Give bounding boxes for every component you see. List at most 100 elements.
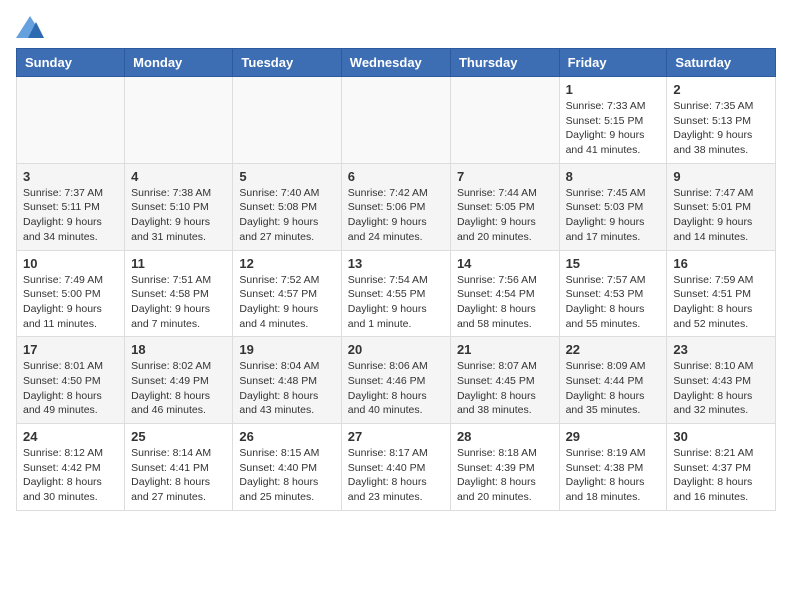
day-cell: 15 Sunrise: 7:57 AMSunset: 4:53 PMDayligh…: [559, 250, 667, 337]
day-cell: 12 Sunrise: 7:52 AMSunset: 4:57 PMDayligh…: [233, 250, 341, 337]
day-cell: [233, 77, 341, 164]
day-cell: 7 Sunrise: 7:44 AMSunset: 5:05 PMDaylight…: [450, 163, 559, 250]
day-number: 6: [348, 169, 444, 184]
day-header-saturday: Saturday: [667, 49, 776, 77]
day-info: Sunrise: 8:12 AMSunset: 4:42 PMDaylight:…: [23, 446, 118, 505]
day-header-tuesday: Tuesday: [233, 49, 341, 77]
day-cell: 3 Sunrise: 7:37 AMSunset: 5:11 PMDaylight…: [17, 163, 125, 250]
day-number: 21: [457, 342, 553, 357]
day-cell: [341, 77, 450, 164]
day-info: Sunrise: 8:15 AMSunset: 4:40 PMDaylight:…: [239, 446, 334, 505]
day-cell: 10 Sunrise: 7:49 AMSunset: 5:00 PMDayligh…: [17, 250, 125, 337]
day-cell: [125, 77, 233, 164]
day-cell: 16Sunrise: 7:59 AMSunset: 4:51 PMDayligh…: [667, 250, 776, 337]
week-row-5: 24 Sunrise: 8:12 AMSunset: 4:42 PMDayligh…: [17, 424, 776, 511]
day-cell: 19 Sunrise: 8:04 AMSunset: 4:48 PMDayligh…: [233, 337, 341, 424]
day-number: 23: [673, 342, 769, 357]
day-number: 16: [673, 256, 769, 271]
day-cell: 22 Sunrise: 8:09 AMSunset: 4:44 PMDayligh…: [559, 337, 667, 424]
day-info: Sunrise: 8:19 AMSunset: 4:38 PMDaylight:…: [566, 446, 661, 505]
day-cell: [17, 77, 125, 164]
day-info: Sunrise: 8:14 AMSunset: 4:41 PMDaylight:…: [131, 446, 226, 505]
day-cell: 18Sunrise: 8:02 AMSunset: 4:49 PMDayligh…: [125, 337, 233, 424]
day-number: 1: [566, 82, 661, 97]
week-row-3: 10 Sunrise: 7:49 AMSunset: 5:00 PMDayligh…: [17, 250, 776, 337]
day-info: Sunrise: 8:17 AMSunset: 4:40 PMDaylight:…: [348, 446, 444, 505]
day-number: 19: [239, 342, 334, 357]
day-number: 5: [239, 169, 334, 184]
day-number: 7: [457, 169, 553, 184]
calendar: SundayMondayTuesdayWednesdayThursdayFrid…: [16, 48, 776, 511]
day-info: Sunrise: 8:10 AMSunset: 4:43 PMDaylight:…: [673, 359, 769, 418]
day-cell: 6 Sunrise: 7:42 AMSunset: 5:06 PMDaylight…: [341, 163, 450, 250]
day-number: 22: [566, 342, 661, 357]
day-info: Sunrise: 7:51 AMSunset: 4:58 PMDaylight:…: [131, 273, 226, 332]
day-cell: 26 Sunrise: 8:15 AMSunset: 4:40 PMDayligh…: [233, 424, 341, 511]
day-info: Sunrise: 7:40 AMSunset: 5:08 PMDaylight:…: [239, 186, 334, 245]
logo-icon: [16, 16, 44, 38]
day-cell: 30Sunrise: 8:21 AMSunset: 4:37 PMDayligh…: [667, 424, 776, 511]
day-header-monday: Monday: [125, 49, 233, 77]
day-number: 10: [23, 256, 118, 271]
day-info: Sunrise: 7:42 AMSunset: 5:06 PMDaylight:…: [348, 186, 444, 245]
day-cell: 29 Sunrise: 8:19 AMSunset: 4:38 PMDayligh…: [559, 424, 667, 511]
header: [16, 16, 776, 38]
day-number: 13: [348, 256, 444, 271]
day-number: 20: [348, 342, 444, 357]
day-number: 26: [239, 429, 334, 444]
day-header-sunday: Sunday: [17, 49, 125, 77]
day-cell: 20 Sunrise: 8:06 AMSunset: 4:46 PMDayligh…: [341, 337, 450, 424]
day-number: 28: [457, 429, 553, 444]
day-header-thursday: Thursday: [450, 49, 559, 77]
day-header-wednesday: Wednesday: [341, 49, 450, 77]
day-cell: 28 Sunrise: 8:18 AMSunset: 4:39 PMDayligh…: [450, 424, 559, 511]
day-info: Sunrise: 7:35 AMSunset: 5:13 PMDaylight:…: [673, 99, 769, 158]
day-number: 17: [23, 342, 118, 357]
day-info: Sunrise: 7:56 AMSunset: 4:54 PMDaylight:…: [457, 273, 553, 332]
day-cell: 11Sunrise: 7:51 AMSunset: 4:58 PMDayligh…: [125, 250, 233, 337]
day-number: 15: [566, 256, 661, 271]
day-number: 3: [23, 169, 118, 184]
day-info: Sunrise: 7:52 AMSunset: 4:57 PMDaylight:…: [239, 273, 334, 332]
day-info: Sunrise: 7:44 AMSunset: 5:05 PMDaylight:…: [457, 186, 553, 245]
day-cell: 1Sunrise: 7:33 AMSunset: 5:15 PMDaylight…: [559, 77, 667, 164]
day-info: Sunrise: 8:04 AMSunset: 4:48 PMDaylight:…: [239, 359, 334, 418]
day-info: Sunrise: 7:47 AMSunset: 5:01 PMDaylight:…: [673, 186, 769, 245]
day-cell: 4 Sunrise: 7:38 AMSunset: 5:10 PMDaylight…: [125, 163, 233, 250]
week-row-2: 3 Sunrise: 7:37 AMSunset: 5:11 PMDaylight…: [17, 163, 776, 250]
day-info: Sunrise: 7:49 AMSunset: 5:00 PMDaylight:…: [23, 273, 118, 332]
day-header-friday: Friday: [559, 49, 667, 77]
day-number: 8: [566, 169, 661, 184]
day-cell: 25 Sunrise: 8:14 AMSunset: 4:41 PMDayligh…: [125, 424, 233, 511]
logo: [16, 16, 48, 38]
day-info: Sunrise: 7:57 AMSunset: 4:53 PMDaylight:…: [566, 273, 661, 332]
day-cell: 9 Sunrise: 7:47 AMSunset: 5:01 PMDaylight…: [667, 163, 776, 250]
day-number: 14: [457, 256, 553, 271]
day-cell: 23 Sunrise: 8:10 AMSunset: 4:43 PMDayligh…: [667, 337, 776, 424]
day-number: 12: [239, 256, 334, 271]
day-number: 27: [348, 429, 444, 444]
day-number: 4: [131, 169, 226, 184]
day-info: Sunrise: 7:37 AMSunset: 5:11 PMDaylight:…: [23, 186, 118, 245]
day-number: 24: [23, 429, 118, 444]
day-info: Sunrise: 7:54 AMSunset: 4:55 PMDaylight:…: [348, 273, 444, 332]
header-row: SundayMondayTuesdayWednesdayThursdayFrid…: [17, 49, 776, 77]
day-info: Sunrise: 8:09 AMSunset: 4:44 PMDaylight:…: [566, 359, 661, 418]
day-cell: 27 Sunrise: 8:17 AMSunset: 4:40 PMDayligh…: [341, 424, 450, 511]
day-cell: 2Sunrise: 7:35 AMSunset: 5:13 PMDaylight…: [667, 77, 776, 164]
day-cell: 5 Sunrise: 7:40 AMSunset: 5:08 PMDaylight…: [233, 163, 341, 250]
day-info: Sunrise: 8:06 AMSunset: 4:46 PMDaylight:…: [348, 359, 444, 418]
day-number: 25: [131, 429, 226, 444]
day-info: Sunrise: 7:38 AMSunset: 5:10 PMDaylight:…: [131, 186, 226, 245]
day-cell: [450, 77, 559, 164]
day-cell: 8Sunrise: 7:45 AMSunset: 5:03 PMDaylight…: [559, 163, 667, 250]
day-cell: 17 Sunrise: 8:01 AMSunset: 4:50 PMDayligh…: [17, 337, 125, 424]
day-info: Sunrise: 8:18 AMSunset: 4:39 PMDaylight:…: [457, 446, 553, 505]
day-number: 29: [566, 429, 661, 444]
day-cell: 14 Sunrise: 7:56 AMSunset: 4:54 PMDayligh…: [450, 250, 559, 337]
day-cell: 21Sunrise: 8:07 AMSunset: 4:45 PMDayligh…: [450, 337, 559, 424]
day-number: 9: [673, 169, 769, 184]
day-info: Sunrise: 8:21 AMSunset: 4:37 PMDaylight:…: [673, 446, 769, 505]
day-cell: 24 Sunrise: 8:12 AMSunset: 4:42 PMDayligh…: [17, 424, 125, 511]
day-info: Sunrise: 8:01 AMSunset: 4:50 PMDaylight:…: [23, 359, 118, 418]
